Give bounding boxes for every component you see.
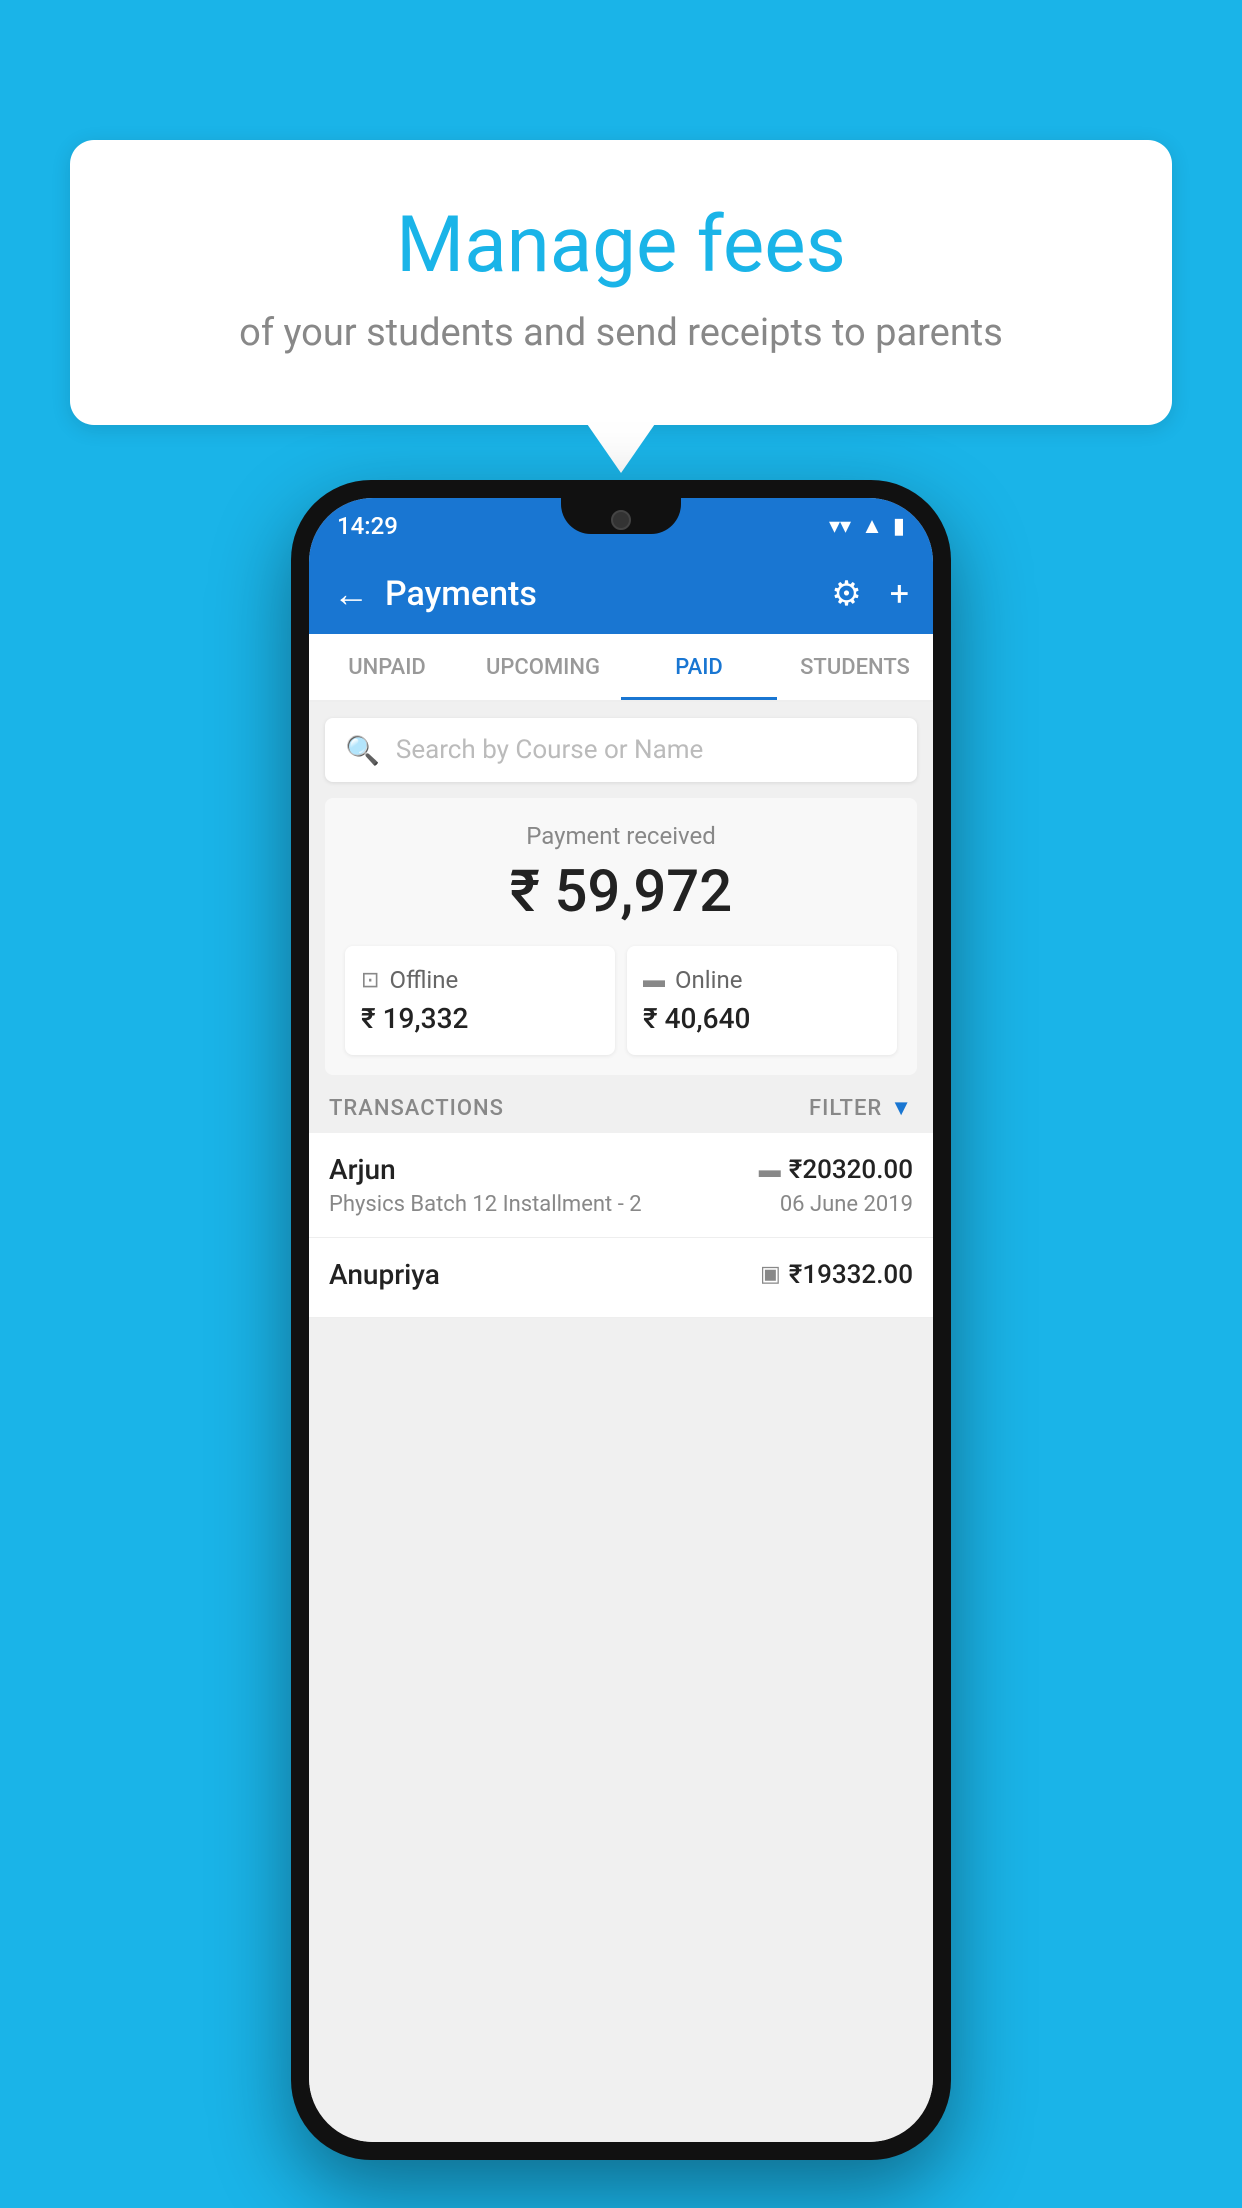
content-area: 🔍 Search by Course or Name Payment recei…: [309, 702, 933, 2142]
online-card: ▬ Online ₹ 40,640: [627, 946, 897, 1055]
transaction-date: 06 June 2019: [780, 1192, 913, 1217]
transaction-row-top: Anupriya ▣ ₹19332.00: [329, 1258, 913, 1291]
status-time: 14:29: [337, 512, 398, 540]
transaction-list: Arjun ▬ ₹20320.00 Physics Batch 12 Insta…: [309, 1133, 933, 1318]
tab-upcoming[interactable]: UPCOMING: [465, 634, 621, 700]
bubble-subtitle: of your students and send receipts to pa…: [120, 311, 1122, 355]
offline-card-header: ⊡ Offline: [361, 966, 599, 994]
settings-icon[interactable]: ⚙: [831, 574, 861, 614]
total-amount: ₹ 59,972: [345, 858, 897, 926]
status-icons: ▾▾ ▲ ▮: [829, 513, 905, 539]
app-bar-right: ⚙ +: [831, 574, 909, 614]
transaction-amount-wrap: ▬ ₹20320.00: [759, 1155, 913, 1185]
transactions-header: TRANSACTIONS FILTER ▼: [309, 1075, 933, 1133]
payment-cards: ⊡ Offline ₹ 19,332 ▬ Online ₹ 40,640: [345, 946, 897, 1055]
transaction-course: Physics Batch 12 Installment - 2: [329, 1192, 642, 1217]
tab-unpaid[interactable]: UNPAID: [309, 634, 465, 700]
filter-label: FILTER: [809, 1096, 882, 1121]
tab-paid[interactable]: PAID: [621, 634, 777, 700]
phone-screen: 14:29 ▾▾ ▲ ▮ ← Payments ⚙ + UNPAID: [309, 498, 933, 2142]
online-icon: ▬: [643, 967, 665, 993]
table-row[interactable]: Arjun ▬ ₹20320.00 Physics Batch 12 Insta…: [309, 1133, 933, 1238]
transaction-amount: ₹20320.00: [789, 1155, 913, 1185]
bubble-title: Manage fees: [120, 200, 1122, 291]
tab-bar: UNPAID UPCOMING PAID STUDENTS: [309, 634, 933, 702]
online-amount: ₹ 40,640: [643, 1002, 881, 1035]
payment-type-icon: ▣: [760, 1262, 781, 1287]
offline-amount: ₹ 19,332: [361, 1002, 599, 1035]
wifi-icon: ▾▾: [829, 514, 851, 539]
phone-notch: [561, 498, 681, 534]
transaction-row-top: Arjun ▬ ₹20320.00: [329, 1153, 913, 1186]
speech-bubble: Manage fees of your students and send re…: [70, 140, 1172, 425]
online-label: Online: [675, 966, 742, 994]
offline-icon: ⊡: [361, 968, 379, 993]
search-placeholder-text: Search by Course or Name: [396, 735, 703, 765]
payment-summary: Payment received ₹ 59,972 ⊡ Offline ₹ 19…: [325, 798, 917, 1075]
offline-card: ⊡ Offline ₹ 19,332: [345, 946, 615, 1055]
offline-label: Offline: [389, 966, 458, 994]
filter-button[interactable]: FILTER ▼: [809, 1095, 913, 1121]
tab-students[interactable]: STUDENTS: [777, 634, 933, 700]
filter-icon: ▼: [890, 1095, 913, 1121]
payment-received-label: Payment received: [345, 822, 897, 850]
table-row[interactable]: Anupriya ▣ ₹19332.00: [309, 1238, 933, 1318]
app-bar-left: ← Payments: [333, 573, 537, 615]
app-title: Payments: [385, 574, 537, 614]
transaction-amount: ₹19332.00: [789, 1260, 913, 1290]
transactions-label: TRANSACTIONS: [329, 1096, 504, 1121]
search-icon: 🔍: [345, 734, 380, 767]
transaction-name: Arjun: [329, 1153, 396, 1186]
signal-icon: ▲: [861, 513, 883, 539]
back-button[interactable]: ←: [333, 573, 369, 615]
transaction-row-bottom: Physics Batch 12 Installment - 2 06 June…: [329, 1192, 913, 1217]
add-button[interactable]: +: [890, 574, 909, 614]
phone-frame: 14:29 ▾▾ ▲ ▮ ← Payments ⚙ + UNPAID: [291, 480, 951, 2160]
transaction-amount-wrap: ▣ ₹19332.00: [760, 1260, 913, 1290]
battery-icon: ▮: [893, 514, 905, 539]
transaction-name: Anupriya: [329, 1258, 440, 1291]
camera: [611, 510, 631, 530]
online-card-header: ▬ Online: [643, 966, 881, 994]
payment-type-icon: ▬: [759, 1157, 781, 1183]
search-bar[interactable]: 🔍 Search by Course or Name: [325, 718, 917, 782]
app-bar: ← Payments ⚙ +: [309, 554, 933, 634]
